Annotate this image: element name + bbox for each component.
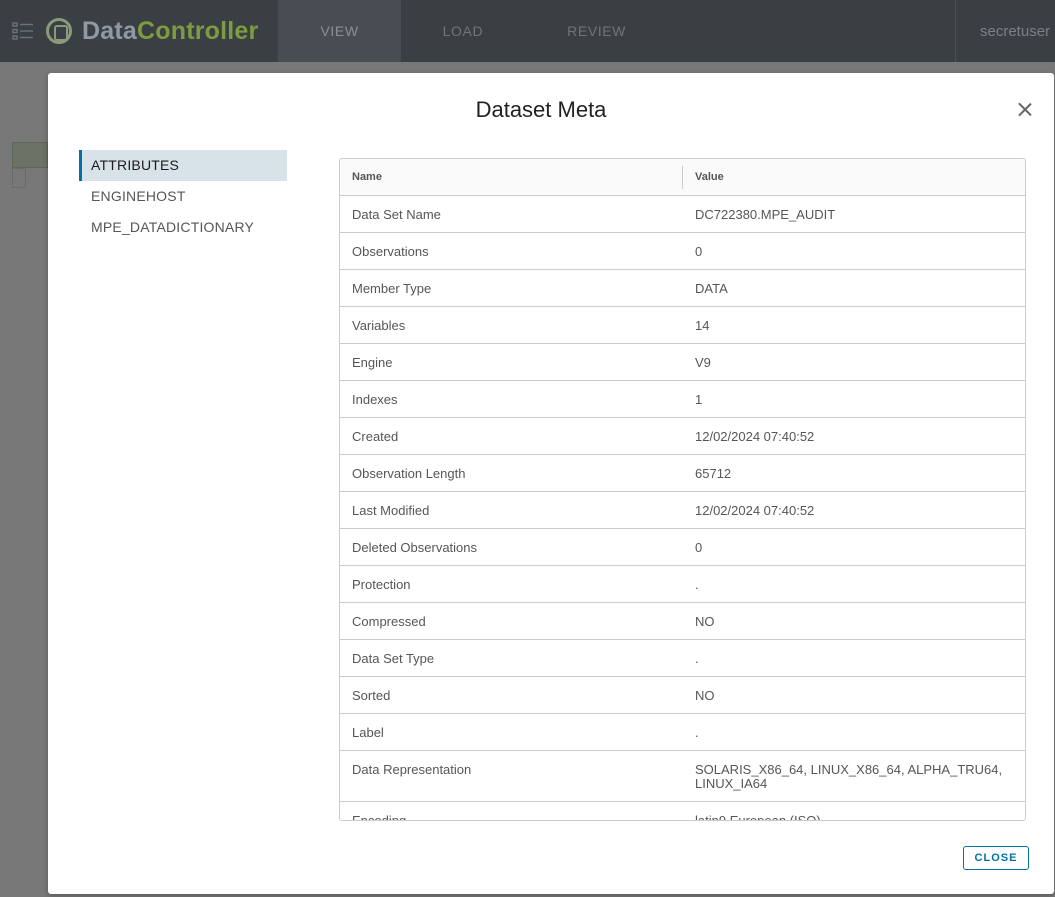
table-body: Data Set Name DC722380.MPE_AUDIT Observat… xyxy=(340,195,1025,820)
row-name-cell: Member Type xyxy=(340,269,683,307)
table-row: Sorted NO xyxy=(340,676,1025,714)
row-name-cell: Protection xyxy=(340,565,683,603)
row-name-cell: Engine xyxy=(340,343,683,381)
table-row: Compressed NO xyxy=(340,602,1025,640)
row-value-cell: 65712 xyxy=(683,454,1025,492)
row-value-cell: SOLARIS_X86_64, LINUX_X86_64, ALPHA_TRU6… xyxy=(683,750,1025,802)
attributes-table[interactable]: Name Value Data Set Name DC722380.MPE_AUD… xyxy=(339,158,1026,821)
row-name-cell: Deleted Observations xyxy=(340,528,683,566)
row-value-cell: . xyxy=(683,639,1025,677)
row-name-cell: Encoding xyxy=(340,801,683,820)
row-value-cell: latin9 European (ISO) xyxy=(683,801,1025,820)
main-nav: VIEW LOAD REVIEW xyxy=(278,0,668,62)
row-value-cell: V9 xyxy=(683,343,1025,381)
row-name-cell: Observation Length xyxy=(340,454,683,492)
dataset-meta-modal: Dataset Meta ATTRIBUTES ENGINEHOST MPE_D… xyxy=(48,73,1054,894)
table-row: Data Set Type. xyxy=(340,639,1025,677)
row-value-cell: NO xyxy=(683,602,1025,640)
table-row: Data Representation SOLARIS_X86_64, LINUX… xyxy=(340,750,1025,802)
row-name-cell: Observations xyxy=(340,232,683,270)
side-nav-mpe-datadictionary[interactable]: MPE_DATADICTIONARY xyxy=(79,212,287,243)
table-row: Observation Length 65712 xyxy=(340,454,1025,492)
row-name-cell: Data Set Type xyxy=(340,639,683,677)
side-nav-enginehost[interactable]: ENGINEHOST xyxy=(79,181,287,212)
nav-load[interactable]: LOAD xyxy=(401,0,526,62)
user-menu[interactable]: secretuser xyxy=(955,0,1055,62)
side-nav-attributes[interactable]: ATTRIBUTES xyxy=(79,150,287,181)
row-name-cell: Data Representation xyxy=(340,750,683,802)
row-value-cell: . xyxy=(683,565,1025,603)
table-row: Data Set Name DC722380.MPE_AUDIT xyxy=(340,195,1025,233)
app-logo[interactable]: DataController xyxy=(46,0,278,62)
menu-toggle-button[interactable] xyxy=(0,0,46,62)
nav-review[interactable]: REVIEW xyxy=(525,0,668,62)
row-name-cell: Variables xyxy=(340,306,683,344)
table-row: Observations 0 xyxy=(340,232,1025,270)
table-header-row: Name Value xyxy=(340,159,1025,196)
table-row: Deleted Observations 0 xyxy=(340,528,1025,566)
row-name-cell: Data Set Name xyxy=(340,195,683,233)
row-value-cell: 12/02/2024 07:40:52 xyxy=(683,491,1025,529)
table-row: Created 12/02/2024 07:40:52 xyxy=(340,417,1025,455)
row-value-cell: 14 xyxy=(683,306,1025,344)
column-header-value[interactable]: Value xyxy=(683,159,1025,196)
background-panel xyxy=(12,168,26,188)
row-value-cell: 12/02/2024 07:40:52 xyxy=(683,417,1025,455)
table-row: Member Type DATA xyxy=(340,269,1025,307)
row-value-cell: 0 xyxy=(683,528,1025,566)
row-value-cell: DC722380.MPE_AUDIT xyxy=(683,195,1025,233)
list-menu-icon xyxy=(12,22,33,40)
background-panel xyxy=(12,142,48,168)
close-icon[interactable] xyxy=(1014,99,1036,121)
nav-view[interactable]: VIEW xyxy=(278,0,401,62)
table-row: Protection. xyxy=(340,565,1025,603)
attributes-grid: Name Value Data Set Name DC722380.MPE_AUD… xyxy=(340,159,1025,820)
row-value-cell: 1 xyxy=(683,380,1025,418)
table-row: Last Modified 12/02/2024 07:40:52 xyxy=(340,491,1025,529)
row-name-cell: Created xyxy=(340,417,683,455)
database-icon xyxy=(46,18,72,44)
row-name-cell: Sorted xyxy=(340,676,683,714)
modal-title: Dataset Meta xyxy=(475,97,607,122)
table-row: Encoding latin9 European (ISO) xyxy=(340,801,1025,820)
table-row: Label. xyxy=(340,713,1025,751)
row-value-cell: 0 xyxy=(683,232,1025,270)
table-row: Variables 14 xyxy=(340,306,1025,344)
row-value-cell: NO xyxy=(683,676,1025,714)
close-button[interactable]: CLOSE xyxy=(963,846,1029,870)
table-row: Indexes 1 xyxy=(340,380,1025,418)
row-name-cell: Last Modified xyxy=(340,491,683,529)
app-header: DataController VIEW LOAD REVIEW secretus… xyxy=(0,0,1055,62)
row-name-cell: Label xyxy=(340,713,683,751)
modal-side-nav: ATTRIBUTES ENGINEHOST MPE_DATADICTIONARY xyxy=(79,150,287,243)
row-value-cell: DATA xyxy=(683,269,1025,307)
row-name-cell: Compressed xyxy=(340,602,683,640)
brand-name: DataController xyxy=(82,16,259,45)
row-value-cell: . xyxy=(683,713,1025,751)
row-name-cell: Indexes xyxy=(340,380,683,418)
column-header-name[interactable]: Name xyxy=(340,159,683,196)
table-row: Engine V9 xyxy=(340,343,1025,381)
